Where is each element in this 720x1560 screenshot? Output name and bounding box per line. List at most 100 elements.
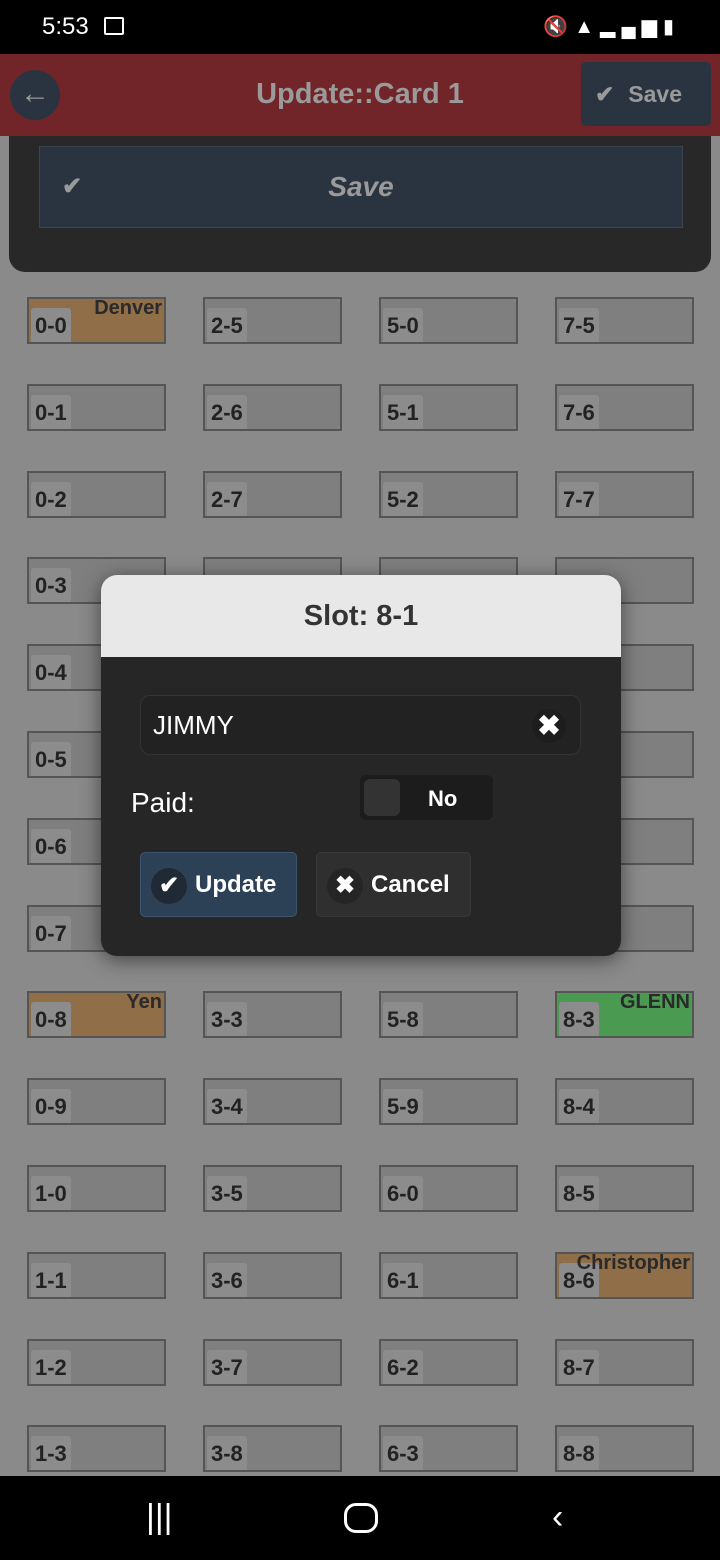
slot-label: 8-7: [559, 1349, 599, 1384]
check-icon: ✔: [62, 173, 83, 200]
status-bar: 5:53 🔇▲▂▄▆▮: [0, 0, 720, 54]
update-button[interactable]: ✔ Update: [140, 852, 297, 917]
slot-cell[interactable]: 0-0 Denver: [27, 297, 166, 344]
slot-label: 0-9: [31, 1089, 71, 1124]
slot-owner-name: GLENN: [620, 991, 690, 1014]
slot-cell[interactable]: 2-5: [203, 297, 342, 344]
recent-apps-icon[interactable]: |||: [146, 1498, 173, 1537]
slot-cell[interactable]: 8-8: [555, 1425, 694, 1473]
header-save-button[interactable]: ✔ Save: [581, 62, 711, 126]
slot-label: 2-7: [207, 481, 247, 516]
slot-label: 0-4: [31, 655, 71, 690]
slot-cell[interactable]: 8-6 Christopher: [555, 1251, 694, 1299]
slot-cell[interactable]: 0-9: [27, 1078, 166, 1126]
slot-cell[interactable]: 3-4: [203, 1078, 342, 1126]
slot-cell[interactable]: 5-9: [379, 1078, 518, 1126]
slot-cell[interactable]: 5-8: [379, 991, 518, 1039]
slot-label: 1-3: [31, 1436, 71, 1471]
slot-label: 1-0: [31, 1176, 71, 1210]
slot-cell[interactable]: 2-6: [203, 383, 342, 431]
slot-label: 3-4: [207, 1089, 247, 1124]
toggle-value: No: [428, 786, 458, 811]
slot-label: 0-6: [31, 828, 71, 863]
slot-label: 0-7: [31, 915, 71, 950]
slot-cell[interactable]: 5-1: [379, 383, 518, 431]
slot-owner-name: Christopher: [576, 1251, 690, 1274]
slot-label: 2-5: [207, 308, 247, 342]
slot-label: 8-3: [559, 1002, 599, 1037]
slot-cell[interactable]: 6-0: [379, 1165, 518, 1212]
slot-cell[interactable]: 8-3 GLENN: [555, 991, 694, 1039]
slot-cell[interactable]: 1-0: [27, 1165, 166, 1212]
slot-label: 8-4: [559, 1089, 599, 1124]
slot-cell[interactable]: 3-5: [203, 1165, 342, 1212]
slot-cell[interactable]: 5-2: [379, 470, 518, 518]
slot-label: 7-5: [559, 308, 599, 342]
slot-label: 1-1: [31, 1262, 71, 1297]
slot-cell[interactable]: 6-2: [379, 1338, 518, 1386]
slot-cell[interactable]: 6-3: [379, 1425, 518, 1473]
save-label: Save: [328, 171, 394, 202]
save-button[interactable]: ✔ Save: [39, 146, 683, 228]
slot-label: 5-2: [383, 481, 423, 516]
check-icon: ✔: [151, 867, 187, 904]
slot-owner-name: Yen: [126, 991, 162, 1014]
app-header: ← Update::Card 1 ✔ Save: [0, 54, 720, 136]
slot-cell[interactable]: 3-3: [203, 991, 342, 1039]
slot-cell[interactable]: 7-7: [555, 470, 694, 518]
home-icon[interactable]: [344, 1503, 378, 1533]
slot-cell[interactable]: 3-8: [203, 1425, 342, 1473]
slot-cell[interactable]: 0-1: [27, 383, 166, 431]
clock: 5:53: [42, 13, 89, 40]
slot-cell[interactable]: 7-6: [555, 383, 694, 431]
slot-label: 0-0: [31, 308, 71, 342]
slot-label: 6-2: [383, 1349, 423, 1384]
slot-label: 1-2: [31, 1349, 71, 1384]
slot-label: 0-2: [31, 481, 71, 516]
slot-cell[interactable]: 1-1: [27, 1251, 166, 1299]
slot-dialog: Slot: 8-1 JIMMY ✖ Paid: No ✔ Update ✖ Cance…: [101, 575, 621, 956]
check-icon: ✔: [595, 81, 615, 107]
image-icon: [104, 17, 124, 35]
slot-label: 0-3: [31, 568, 71, 603]
name-value: JIMMY: [153, 710, 234, 740]
slot-label: 3-7: [207, 1349, 247, 1384]
slot-cell[interactable]: 0-8 Yen: [27, 991, 166, 1039]
slot-label: 5-8: [383, 1002, 423, 1037]
slot-label: 5-9: [383, 1089, 423, 1124]
slot-cell[interactable]: 1-3: [27, 1425, 166, 1473]
slot-cell[interactable]: 1-2: [27, 1338, 166, 1386]
clear-icon[interactable]: ✖: [532, 709, 566, 743]
paid-toggle[interactable]: No: [360, 775, 493, 820]
slot-cell[interactable]: 5-0: [379, 297, 518, 344]
slot-cell[interactable]: 6-1: [379, 1251, 518, 1299]
slot-cell[interactable]: 2-7: [203, 470, 342, 518]
slot-label: 7-6: [559, 394, 599, 429]
dialog-title: Slot: 8-1: [101, 575, 621, 657]
slot-label: 8-8: [559, 1436, 599, 1471]
slot-owner-name: Denver: [94, 297, 162, 319]
slot-label: 5-1: [383, 394, 423, 429]
slot-cell[interactable]: 8-4: [555, 1078, 694, 1126]
slot-label: 0-1: [31, 394, 71, 429]
save-panel: ✔ Save: [9, 136, 711, 272]
cancel-label: Cancel: [371, 871, 450, 898]
slot-label: 0-8: [31, 1002, 71, 1037]
slot-cell[interactable]: 3-6: [203, 1251, 342, 1299]
cancel-button[interactable]: ✖ Cancel: [316, 852, 471, 917]
system-icons: 🔇▲▂▄▆▮: [543, 16, 680, 38]
toggle-knob: [364, 779, 400, 816]
slot-cell[interactable]: 0-2: [27, 470, 166, 518]
slot-label: 6-1: [383, 1262, 423, 1297]
slot-cell[interactable]: 3-7: [203, 1338, 342, 1386]
slot-label: 3-8: [207, 1436, 247, 1471]
slot-cell[interactable]: 7-5: [555, 297, 694, 344]
slot-label: 6-3: [383, 1436, 423, 1471]
slot-label: 2-6: [207, 394, 247, 429]
close-icon: ✖: [327, 867, 363, 904]
slot-cell[interactable]: 8-5: [555, 1165, 694, 1212]
back-nav-icon[interactable]: ‹: [552, 1498, 563, 1537]
name-input[interactable]: JIMMY ✖: [140, 695, 581, 755]
slot-label: 8-5: [559, 1176, 599, 1210]
slot-cell[interactable]: 8-7: [555, 1338, 694, 1386]
